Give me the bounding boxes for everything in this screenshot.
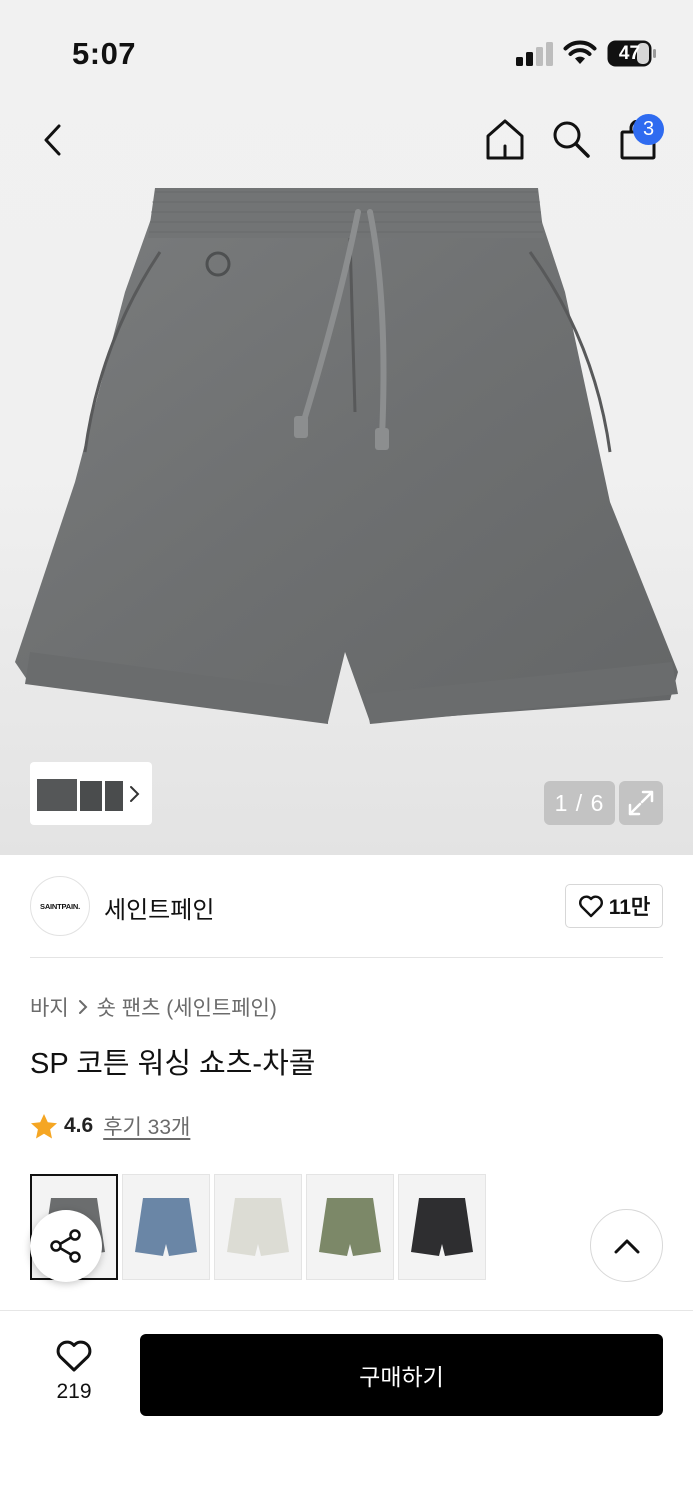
color-swatch-image [411, 1198, 473, 1256]
cellular-signal-icon [516, 42, 553, 66]
share-icon [50, 1229, 81, 1263]
status-bar: 5:07 47 [0, 0, 693, 100]
chevron-left-icon [44, 124, 61, 156]
brand-name[interactable]: 세인트페인 [104, 890, 214, 925]
product-gallery[interactable]: 5:07 47 3 1 / 6 [0, 0, 693, 855]
chevron-up-icon [614, 1239, 639, 1253]
divider [30, 957, 663, 958]
status-time: 5:07 [72, 36, 137, 71]
color-options [30, 1174, 486, 1280]
color-swatch-image [227, 1198, 289, 1256]
breadcrumb-category[interactable]: 바지 [30, 992, 69, 1022]
rating-row: 4.6 후기 33개 [30, 1111, 190, 1141]
star-icon [31, 1113, 57, 1138]
home-button[interactable] [482, 116, 528, 162]
search-button[interactable] [548, 116, 594, 162]
rating-value: 4.6 [64, 1114, 94, 1137]
wishlist-count: 219 [56, 1380, 92, 1403]
chevron-right-icon [78, 1000, 88, 1014]
share-button[interactable] [30, 1210, 102, 1282]
review-count-link[interactable]: 후기 33개 [103, 1111, 190, 1141]
brand-like-button[interactable]: 11만 [565, 884, 663, 928]
home-icon [486, 119, 524, 160]
color-option-ivory[interactable] [214, 1174, 302, 1280]
breadcrumb-subcategory[interactable]: 숏 팬츠 (세인트페인) [97, 992, 277, 1022]
brand-logo[interactable]: SAINTPAIN. [30, 876, 90, 936]
thumbnail-image [37, 778, 123, 811]
back-button[interactable] [30, 118, 74, 162]
product-title: SP 코튼 워싱 쇼츠-차콜 [30, 1048, 316, 1080]
heart-icon [56, 1340, 92, 1372]
buy-button[interactable]: 구매하기 [140, 1334, 663, 1416]
breadcrumb: 바지 숏 팬츠 (세인트페인) [30, 992, 277, 1022]
color-swatch-image [135, 1198, 197, 1256]
battery-level: 47 [618, 42, 641, 64]
color-option-black[interactable] [398, 1174, 486, 1280]
brand-row[interactable]: SAINTPAIN. 세인트페인 11만 [30, 876, 663, 936]
scroll-to-top-button[interactable] [590, 1209, 663, 1282]
color-option-blue[interactable] [122, 1174, 210, 1280]
battery-icon: 47 [607, 40, 657, 67]
wifi-icon [563, 40, 597, 64]
expand-image-button[interactable] [619, 781, 663, 825]
wishlist-button[interactable]: 219 [40, 1339, 108, 1404]
brand-like-count: 11만 [608, 896, 651, 919]
bottom-action-bar: 219 구매하기 [0, 1310, 693, 1500]
image-thumbnail-strip[interactable] [30, 762, 152, 825]
cart-count-badge: 3 [633, 114, 664, 145]
chevron-right-icon [130, 785, 140, 802]
expand-icon [628, 790, 654, 816]
color-option-khaki[interactable] [306, 1174, 394, 1280]
color-swatch-image [319, 1198, 381, 1256]
product-main-image[interactable] [10, 182, 683, 742]
heart-icon [578, 895, 603, 918]
image-page-indicator: 1 / 6 [544, 781, 615, 825]
search-icon [553, 121, 590, 158]
